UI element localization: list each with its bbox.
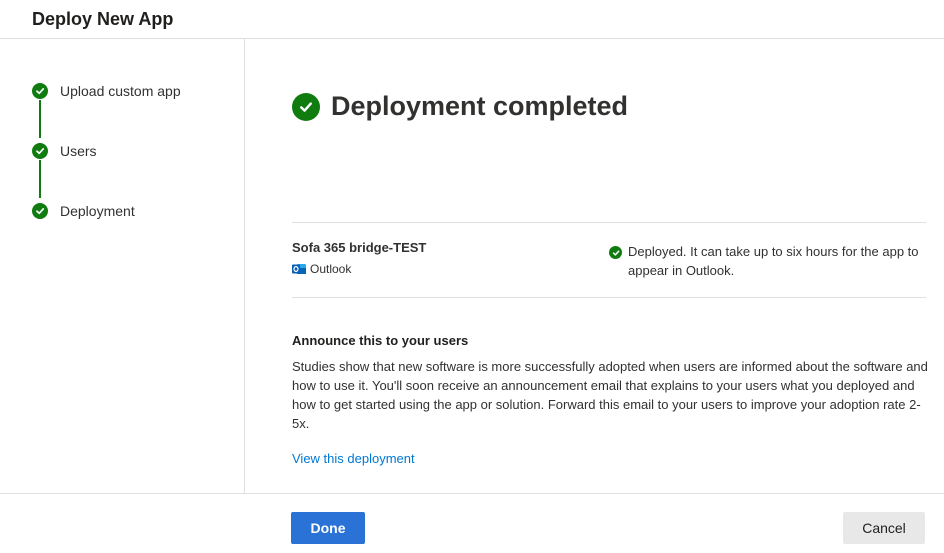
cancel-button[interactable]: Cancel — [843, 512, 925, 544]
announce-description: Studies show that new software is more s… — [292, 359, 928, 431]
check-circle-icon — [32, 143, 48, 159]
panel-header: Deploy New App — [0, 0, 944, 39]
check-circle-icon — [32, 203, 48, 219]
step-connector — [39, 160, 41, 198]
success-check-icon — [292, 92, 320, 121]
step-connector — [39, 100, 41, 138]
step-deployment[interactable]: Deployment — [32, 202, 135, 220]
step-label: Deployment — [60, 203, 135, 219]
deployment-status: Deployed. It can take up to six hours fo… — [609, 242, 929, 280]
step-upload-custom-app[interactable]: Upload custom app — [32, 82, 181, 100]
panel-footer: Done Cancel — [0, 493, 944, 553]
divider — [292, 222, 926, 223]
completion-heading: Deployment completed — [292, 91, 628, 122]
step-label: Users — [60, 143, 97, 159]
divider — [292, 297, 926, 298]
app-host: Outlook — [292, 262, 351, 276]
check-circle-icon — [32, 83, 48, 99]
main-content: Deployment completed Sofa 365 bridge-TES… — [245, 39, 944, 493]
announce-heading: Announce this to your users — [292, 333, 469, 348]
check-circle-icon — [609, 246, 622, 259]
step-label: Upload custom app — [60, 83, 181, 99]
host-label: Outlook — [310, 262, 352, 276]
status-text: Deployed. It can take up to six hours fo… — [628, 244, 919, 278]
panel-title: Deploy New App — [32, 9, 174, 29]
view-deployment-link[interactable]: View this deployment — [292, 451, 415, 466]
done-button[interactable]: Done — [291, 512, 365, 544]
outlook-icon — [292, 262, 306, 276]
page-title: Deployment completed — [331, 91, 629, 121]
step-users[interactable]: Users — [32, 142, 97, 160]
app-name: Sofa 365 bridge-TEST — [292, 240, 427, 255]
step-sidebar: Upload custom app Users Deployment — [0, 39, 245, 493]
